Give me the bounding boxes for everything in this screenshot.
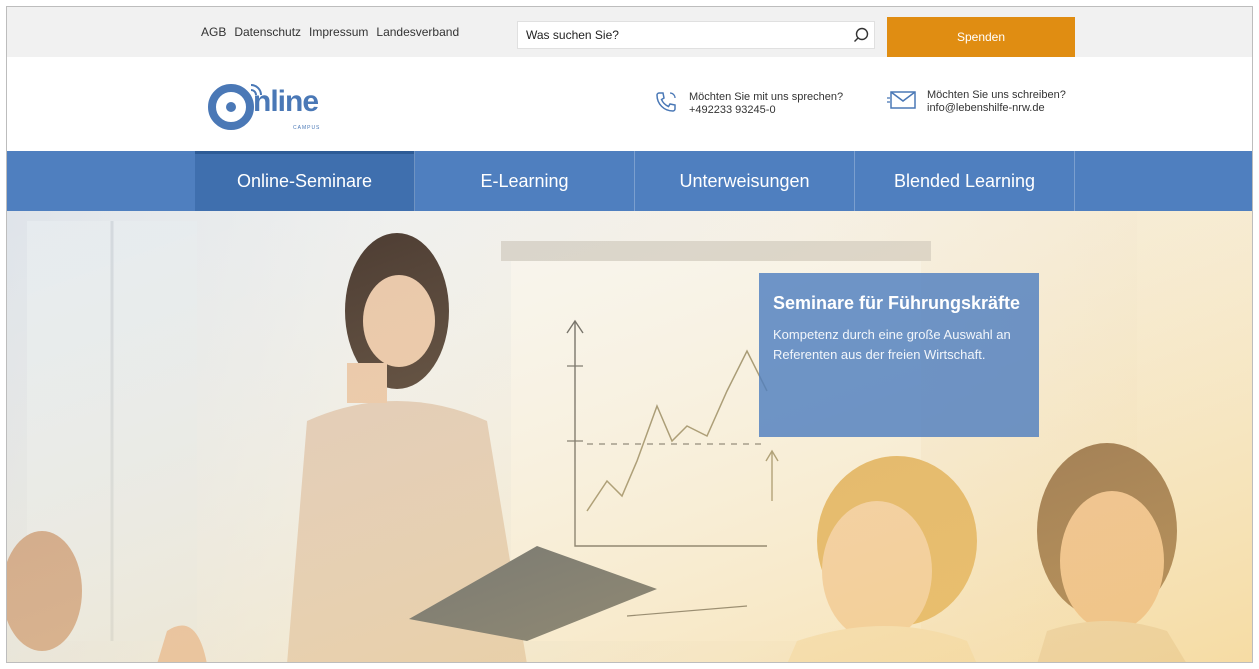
hero-image xyxy=(7,211,1252,662)
nav-online-seminare[interactable]: Online-Seminare xyxy=(195,151,415,211)
nav-e-learning[interactable]: E-Learning xyxy=(415,151,635,211)
promo-title: Seminare für Führungskräfte xyxy=(773,293,1021,313)
link-datenschutz[interactable]: Datenschutz xyxy=(234,25,301,39)
mail-address: info@lebenshilfe-nrw.de xyxy=(927,102,1045,114)
search-icon[interactable] xyxy=(848,22,874,48)
donate-button[interactable]: Spenden xyxy=(887,17,1075,57)
search-box xyxy=(517,21,875,49)
mail-icon xyxy=(887,89,917,115)
link-agb[interactable]: AGB xyxy=(201,25,226,39)
site-header: nline CAMPUS Möchten Sie mit uns spreche… xyxy=(7,57,1252,151)
utility-links: AGB Datenschutz Impressum Landesverband xyxy=(201,7,459,57)
browser-frame: AGB Datenschutz Impressum Landesverband … xyxy=(6,6,1253,663)
logo-subtitle: CAMPUS xyxy=(293,125,321,131)
logo[interactable]: nline CAMPUS xyxy=(207,79,347,131)
mail-contact[interactable]: Möchten Sie uns schreiben? info@lebenshi… xyxy=(887,89,1066,115)
promo-box[interactable]: Seminare für Führungskräfte Kompetenz du… xyxy=(759,273,1039,437)
link-impressum[interactable]: Impressum xyxy=(309,25,368,39)
phone-contact[interactable]: Möchten Sie mit uns sprechen? +492233 93… xyxy=(653,89,843,119)
mail-title: Möchten Sie uns schreiben? xyxy=(927,89,1066,101)
utility-bar: AGB Datenschutz Impressum Landesverband … xyxy=(7,7,1252,57)
phone-title: Möchten Sie mit uns sprechen? xyxy=(689,91,844,103)
link-landesverband[interactable]: Landesverband xyxy=(376,25,459,39)
nav-blended-learning[interactable]: Blended Learning xyxy=(855,151,1075,211)
main-nav: Online-Seminare E-Learning Unterweisunge… xyxy=(7,151,1252,211)
logo-wordmark: nline xyxy=(253,85,319,118)
promo-text: Kompetenz durch eine große Auswahl an Re… xyxy=(773,327,1011,362)
phone-icon xyxy=(653,89,679,119)
search-input[interactable] xyxy=(518,22,848,48)
hero-banner: Seminare für Führungskräfte Kompetenz du… xyxy=(7,211,1252,662)
phone-number: +492233 93245-0 xyxy=(689,104,776,116)
nav-unterweisungen[interactable]: Unterweisungen xyxy=(635,151,855,211)
